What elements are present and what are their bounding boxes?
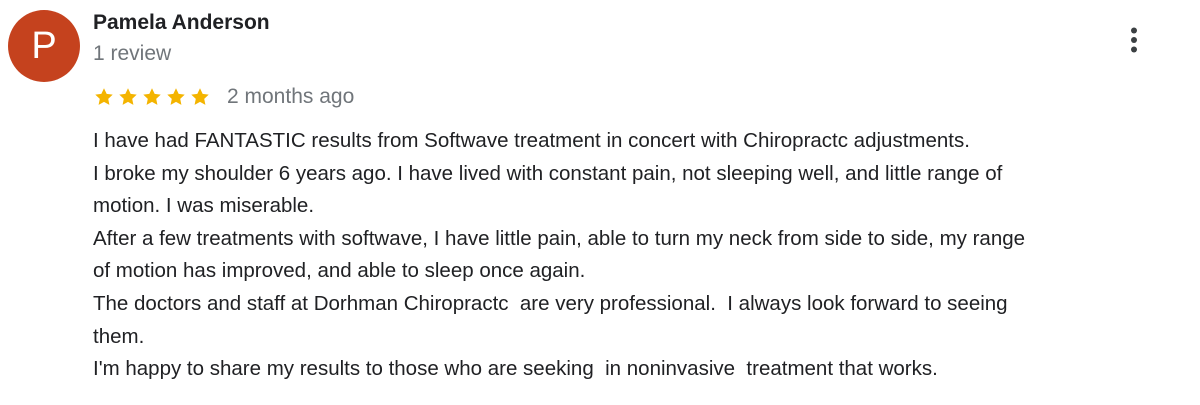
- review-line: The doctors and staff at Dorhman Chiropr…: [93, 291, 1008, 315]
- review-line: of motion has improved, and able to slee…: [93, 259, 586, 283]
- star-icon: [141, 86, 163, 108]
- star-icon: [117, 86, 139, 108]
- review-line: I'm happy to share my results to those w…: [93, 357, 938, 381]
- reviewer-name[interactable]: Pamela Anderson: [93, 10, 270, 36]
- star-icon: [165, 86, 187, 108]
- star-icon: [93, 86, 115, 108]
- review-line: them.: [93, 324, 145, 348]
- star-rating: [93, 86, 213, 108]
- review-text: I have had FANTASTIC results from Softwa…: [93, 125, 1193, 386]
- review-line: After a few treatments with softwave, I …: [93, 226, 1026, 250]
- review-count: 1 review: [93, 42, 172, 65]
- avatar-letter: P: [31, 24, 57, 67]
- review-line: I broke my shoulder 6 years ago. I have …: [93, 161, 1003, 185]
- avatar[interactable]: P: [8, 10, 80, 82]
- review-card: P Pamela Anderson 1 review 2 months ago …: [0, 0, 1200, 405]
- star-icon: [189, 86, 211, 108]
- more-options-button[interactable]: [1114, 20, 1154, 60]
- review-line: motion. I was miserable.: [93, 194, 315, 218]
- rating-row: 2 months ago: [93, 83, 354, 111]
- review-line: I have had FANTASTIC results from Softwa…: [93, 129, 970, 152]
- review-date: 2 months ago: [227, 85, 355, 108]
- more-vert-icon: [1130, 27, 1138, 53]
